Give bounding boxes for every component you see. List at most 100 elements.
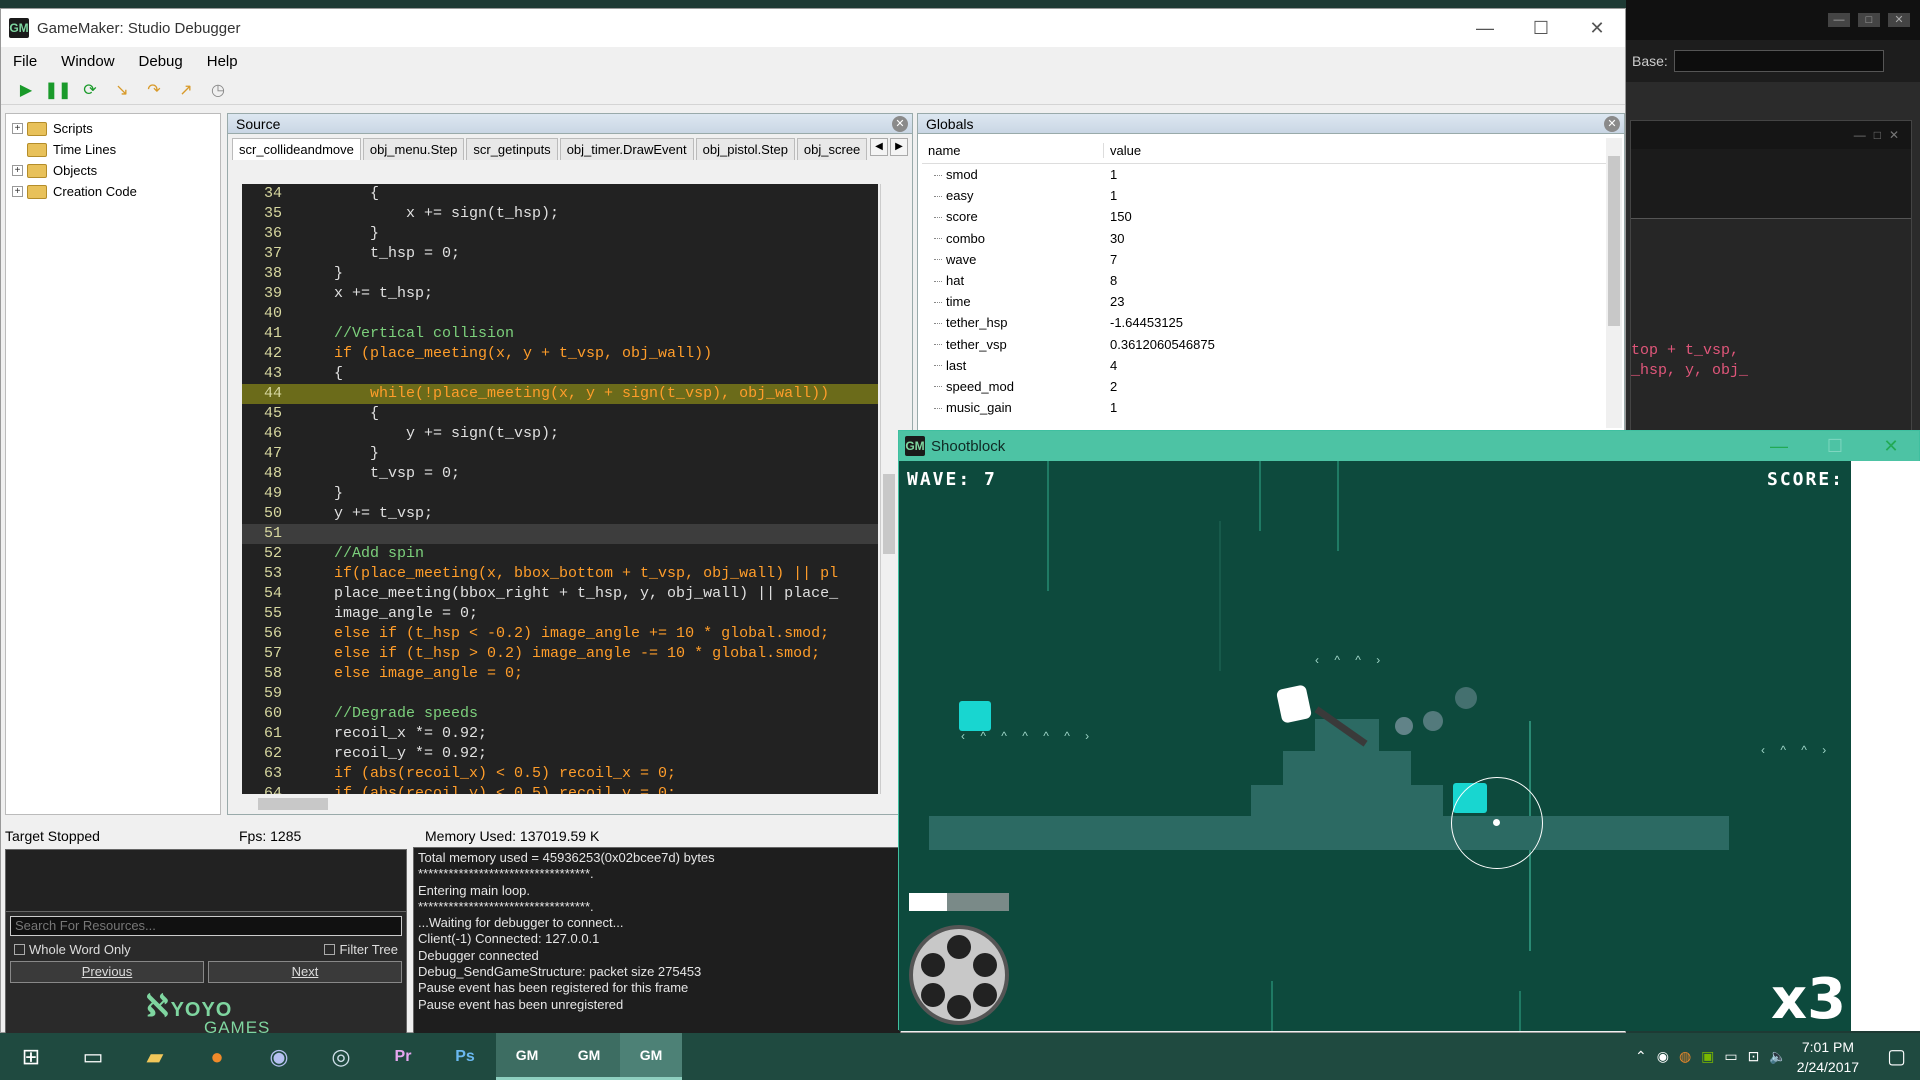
- minimize-button[interactable]: —: [1457, 18, 1513, 39]
- game-canvas[interactable]: WAVE: 7 SCORE: ‹ ^ ^ ^ ^ ^ › ‹ ^ ^ › ‹ ^…: [899, 461, 1851, 1031]
- base-input[interactable]: [1673, 50, 1884, 72]
- maximize-button[interactable]: ☐: [1807, 436, 1863, 457]
- whole-word-option[interactable]: Whole Word Only: [14, 942, 131, 957]
- line-number[interactable]: 47: [242, 444, 282, 464]
- code-line[interactable]: 55 image_angle = 0;: [242, 604, 878, 624]
- search-input[interactable]: Search For Resources...: [10, 916, 402, 936]
- discord-icon[interactable]: ◉: [248, 1033, 310, 1080]
- line-number[interactable]: 59: [242, 684, 282, 704]
- filter-tree-checkbox[interactable]: [324, 944, 336, 955]
- previous-button[interactable]: Previous: [10, 961, 204, 983]
- code-line[interactable]: 36 }: [242, 224, 878, 244]
- chevron-up-icon[interactable]: ⌃: [1635, 1048, 1647, 1065]
- editor-vertical-scrollbar[interactable]: [880, 184, 896, 794]
- next-button[interactable]: Next: [208, 961, 402, 983]
- line-number[interactable]: 34: [242, 184, 282, 204]
- global-row[interactable]: hat 8: [922, 270, 1608, 291]
- clock[interactable]: 7:01 PM 2/24/2017: [1797, 1037, 1859, 1077]
- close-button[interactable]: ✕: [1569, 18, 1625, 39]
- global-row[interactable]: wave 7: [922, 249, 1608, 270]
- line-number[interactable]: 50: [242, 504, 282, 524]
- code-line[interactable]: 60 //Degrade speeds: [242, 704, 878, 724]
- code-line[interactable]: 50 y += t_vsp;: [242, 504, 878, 524]
- battery-icon[interactable]: ▭: [1724, 1048, 1737, 1065]
- line-number[interactable]: 64: [242, 784, 282, 794]
- gamemaker-icon[interactable]: GM: [496, 1033, 558, 1080]
- menu-window[interactable]: Window: [49, 53, 126, 70]
- volume-icon[interactable]: 🔈: [1769, 1048, 1786, 1065]
- code-line[interactable]: 58 else image_angle = 0;: [242, 664, 878, 684]
- tab-left-icon[interactable]: ◀: [870, 138, 888, 156]
- code-line[interactable]: 52 //Add spin: [242, 544, 878, 564]
- scroll-thumb[interactable]: [883, 474, 895, 554]
- menu-file[interactable]: File: [1, 53, 49, 70]
- maximize-icon[interactable]: □: [1858, 13, 1880, 27]
- line-number[interactable]: 43: [242, 364, 282, 384]
- task-view-icon[interactable]: ▭: [62, 1033, 124, 1080]
- code-editor[interactable]: 34 {35 x += sign(t_hsp); 36 } 37 t_hsp = 0…: [242, 184, 878, 794]
- tree-item-objects[interactable]: + Objects: [12, 160, 214, 181]
- close-icon[interactable]: ✕: [1889, 128, 1899, 142]
- tree-item-creation-code[interactable]: + Creation Code: [12, 181, 214, 202]
- scroll-thumb[interactable]: [1608, 156, 1620, 326]
- step-into-icon[interactable]: ↘: [111, 79, 133, 101]
- tab-obj-pistol-step[interactable]: obj_pistol.Step: [695, 138, 795, 160]
- code-line[interactable]: 53 if(place_meeting(x, bbox_bottom + t_v…: [242, 564, 878, 584]
- code-line[interactable]: 59: [242, 684, 878, 704]
- real-time-icon[interactable]: ◷: [207, 79, 229, 101]
- gamemaker-debugger-icon[interactable]: GM: [620, 1033, 682, 1080]
- line-number[interactable]: 48: [242, 464, 282, 484]
- global-row[interactable]: music_gain 1: [922, 397, 1608, 418]
- gamemaker-icon[interactable]: GM: [558, 1033, 620, 1080]
- global-row[interactable]: smod 1: [922, 164, 1608, 185]
- line-number[interactable]: 44: [242, 384, 282, 404]
- line-number[interactable]: 52: [242, 544, 282, 564]
- code-line[interactable]: 40: [242, 304, 878, 324]
- code-line[interactable]: 45 {: [242, 404, 878, 424]
- code-line[interactable]: 61 recoil_x *= 0.92;: [242, 724, 878, 744]
- code-line[interactable]: 54 place_meeting(bbox_right + t_hsp, y, …: [242, 584, 878, 604]
- line-number[interactable]: 45: [242, 404, 282, 424]
- steam-icon[interactable]: ◎: [310, 1033, 372, 1080]
- line-number[interactable]: 35: [242, 204, 282, 224]
- code-line[interactable]: 39 x += t_hsp;: [242, 284, 878, 304]
- scroll-thumb[interactable]: [258, 798, 328, 810]
- global-row[interactable]: score 150: [922, 206, 1608, 227]
- global-row[interactable]: time 23: [922, 291, 1608, 312]
- line-number[interactable]: 41: [242, 324, 282, 344]
- restart-icon[interactable]: ⟳: [79, 79, 101, 101]
- tree-item-scripts[interactable]: + Scripts: [12, 118, 214, 139]
- line-number[interactable]: 60: [242, 704, 282, 724]
- maximize-icon[interactable]: □: [1874, 128, 1881, 142]
- tab-obj-timer-drawevent[interactable]: obj_timer.DrawEvent: [559, 138, 694, 160]
- pause-icon[interactable]: ❚❚: [45, 79, 72, 101]
- global-row[interactable]: last 4: [922, 355, 1608, 376]
- line-number[interactable]: 57: [242, 644, 282, 664]
- line-number[interactable]: 49: [242, 484, 282, 504]
- whole-word-checkbox[interactable]: [14, 944, 25, 955]
- code-line[interactable]: 41 //Vertical collision: [242, 324, 878, 344]
- origin-tray-icon[interactable]: ◍: [1679, 1048, 1691, 1065]
- code-line[interactable]: 46 y += sign(t_vsp);: [242, 424, 878, 444]
- minimize-icon[interactable]: —: [1854, 128, 1866, 142]
- col-name-header[interactable]: name: [922, 143, 1104, 158]
- tab-obj-menu-step[interactable]: obj_menu.Step: [362, 138, 465, 160]
- code-line[interactable]: 44 while(!place_meeting(x, y + sign(t_vs…: [242, 384, 878, 404]
- line-number[interactable]: 42: [242, 344, 282, 364]
- start-icon[interactable]: ⊞: [0, 1033, 62, 1080]
- tab-scr-getinputs[interactable]: scr_getinputs: [466, 138, 558, 160]
- menu-debug[interactable]: Debug: [127, 53, 195, 70]
- close-button[interactable]: ✕: [1863, 436, 1919, 457]
- close-pane-icon[interactable]: ✕: [1604, 115, 1620, 132]
- filter-tree-option[interactable]: Filter Tree: [324, 942, 398, 957]
- global-row[interactable]: combo 30: [922, 228, 1608, 249]
- line-number[interactable]: 55: [242, 604, 282, 624]
- step-over-icon[interactable]: ↷: [143, 79, 165, 101]
- code-line[interactable]: 57 else if (t_hsp > 0.2) image_angle -= …: [242, 644, 878, 664]
- close-pane-icon[interactable]: ✕: [892, 115, 908, 132]
- network-icon[interactable]: ⊡: [1748, 1048, 1760, 1065]
- expand-icon[interactable]: +: [12, 186, 23, 197]
- premiere-icon[interactable]: Pr: [372, 1033, 434, 1080]
- line-number[interactable]: 51: [242, 524, 282, 544]
- expand-icon[interactable]: +: [12, 165, 23, 176]
